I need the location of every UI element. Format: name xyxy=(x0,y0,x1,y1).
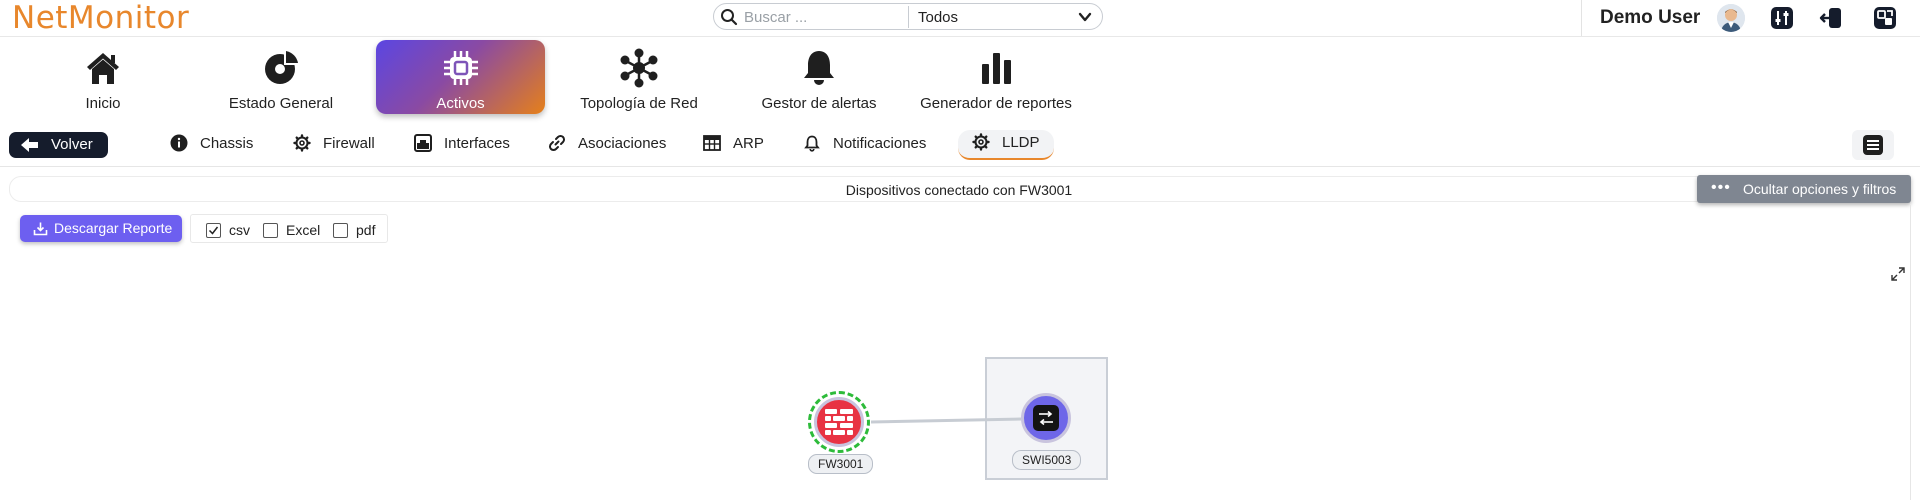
tab-lldp[interactable]: LLDP xyxy=(958,130,1054,160)
gear-icon xyxy=(293,134,311,152)
search-scope-select[interactable]: Todos xyxy=(918,9,958,26)
toggle-filters-label: Ocultar opciones y filtros xyxy=(1743,181,1897,197)
header-divider xyxy=(1581,0,1582,36)
export-format-group: csv Excel pdf xyxy=(190,214,388,243)
tab-arp[interactable]: ARP xyxy=(703,134,764,158)
chip-icon xyxy=(443,51,478,85)
check-icon xyxy=(208,226,219,235)
bell-icon xyxy=(804,51,834,85)
checkbox-checked[interactable] xyxy=(206,223,221,238)
user-name: Demo User xyxy=(1600,7,1701,28)
top-bar: NetMonitor Todos Demo User xyxy=(0,0,1920,37)
expand-icon[interactable] xyxy=(1890,266,1906,282)
info-icon xyxy=(170,134,188,152)
node-label: FW3001 xyxy=(808,454,874,474)
checkbox[interactable] xyxy=(263,223,278,238)
switch-icon xyxy=(1033,405,1059,431)
format-label: pdf xyxy=(356,222,376,238)
search-icon xyxy=(721,9,738,26)
tab-interfaces[interactable]: Interfaces xyxy=(414,134,510,158)
download-icon xyxy=(33,222,48,236)
tab-label: Interfaces xyxy=(444,135,510,152)
logout-icon[interactable] xyxy=(1819,6,1843,30)
download-report-label: Descargar Reporte xyxy=(54,220,173,236)
nav-label: Activos xyxy=(436,95,485,112)
firewall-icon xyxy=(825,409,853,435)
tab-label: LLDP xyxy=(1002,134,1040,151)
nav-item-inicio[interactable]: Inicio xyxy=(33,40,173,114)
sliders-icon[interactable] xyxy=(1770,6,1794,30)
section-title-bar: Dispositivos conectado con FW3001 xyxy=(9,176,1909,202)
section-title: Dispositivos conectado con FW3001 xyxy=(845,182,1073,198)
search-divider xyxy=(908,6,909,28)
tab-chassis[interactable]: Chassis xyxy=(170,134,253,158)
node-fw3001[interactable] xyxy=(814,397,864,447)
tab-label: Firewall xyxy=(323,135,375,152)
detail-tabs-bar: Volver Chassis Firewall Interfaces Asoci… xyxy=(0,126,1920,167)
format-label: Excel xyxy=(286,222,321,238)
tab-label: Chassis xyxy=(200,135,254,152)
interface-icon xyxy=(414,134,432,152)
back-button[interactable]: Volver xyxy=(9,132,108,158)
main-navigation: Inicio Estado General Activos Topología … xyxy=(0,37,1920,117)
menu-button[interactable] xyxy=(1852,130,1894,160)
nav-item-topologia[interactable]: Topología de Red xyxy=(564,40,714,114)
nav-item-activos[interactable]: Activos xyxy=(376,40,545,114)
checkbox[interactable] xyxy=(333,223,348,238)
more-dots-icon: ••• xyxy=(1711,179,1731,196)
brand-logo[interactable]: NetMonitor xyxy=(12,0,189,36)
pie-chart-icon xyxy=(265,51,298,84)
node-swi5003[interactable] xyxy=(1021,393,1071,443)
back-button-label: Volver xyxy=(51,136,93,153)
nav-label: Estado General xyxy=(228,95,334,112)
nav-item-estado-general[interactable]: Estado General xyxy=(211,40,351,114)
tab-label: Notificaciones xyxy=(833,135,927,152)
nav-item-generador-reportes[interactable]: Generador de reportes xyxy=(916,40,1076,114)
avatar-icon[interactable] xyxy=(1717,4,1745,32)
nav-label: Generador de reportes xyxy=(920,95,1072,112)
bell-small-icon xyxy=(804,135,820,152)
gear-icon xyxy=(972,133,990,151)
tab-label: Asociaciones xyxy=(578,135,667,152)
nav-item-gestor-alertas[interactable]: Gestor de alertas xyxy=(744,40,894,114)
switch-view-icon[interactable] xyxy=(1873,6,1897,30)
search-input[interactable] xyxy=(742,4,906,31)
bar-chart-icon xyxy=(982,53,1011,84)
table-icon xyxy=(703,135,721,151)
link-icon xyxy=(548,134,566,152)
tab-label: ARP xyxy=(733,135,764,152)
tab-asociaciones[interactable]: Asociaciones xyxy=(548,134,666,158)
format-label: csv xyxy=(229,222,250,238)
network-icon xyxy=(620,48,658,88)
topology-canvas[interactable]: FW3001 SWI5003 xyxy=(0,340,1920,500)
nav-label: Gestor de alertas xyxy=(761,95,877,112)
hamburger-icon xyxy=(1863,135,1883,155)
chevron-down-icon[interactable] xyxy=(1077,9,1093,25)
home-icon xyxy=(87,53,119,84)
toggle-filters-button[interactable]: ••• Ocultar opciones y filtros xyxy=(1697,175,1911,203)
nav-label: Inicio xyxy=(85,95,121,112)
nav-label: Topología de Red xyxy=(580,95,698,112)
tab-notificaciones[interactable]: Notificaciones xyxy=(803,134,926,158)
arrow-left-icon xyxy=(21,138,38,152)
tab-firewall[interactable]: Firewall xyxy=(293,134,375,158)
topology-link xyxy=(870,417,1022,424)
download-report-button[interactable]: Descargar Reporte xyxy=(20,215,182,242)
node-label: SWI5003 xyxy=(1012,450,1082,470)
